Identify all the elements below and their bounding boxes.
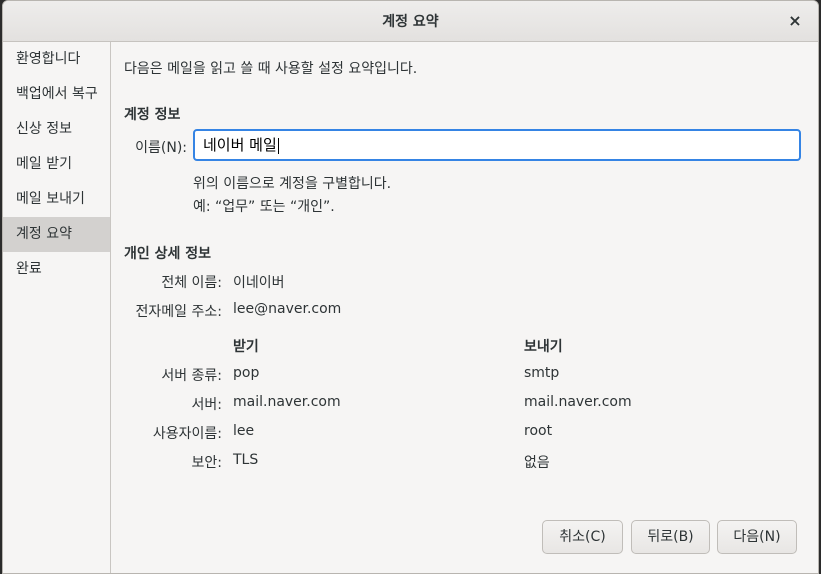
sidebar-item-welcome[interactable]: 환영합니다 [3, 42, 110, 77]
account-name-input[interactable]: 네이버 메일 [193, 129, 801, 161]
receive-column-header: 받기 [233, 339, 259, 355]
name-hint: 위의 이름으로 계정을 구별합니다. [193, 176, 392, 192]
receive-server-type: pop [233, 365, 260, 381]
intro-text: 다음은 메일을 읽고 쓸 때 사용할 설정 요약입니다. [124, 61, 418, 77]
send-security: 없음 [524, 455, 550, 471]
send-column-header: 보내기 [524, 339, 563, 355]
send-username: root [524, 423, 553, 439]
close-icon[interactable]: × [786, 12, 804, 30]
sidebar-item-identity[interactable]: 신상 정보 [3, 112, 110, 147]
server-type-label: 서버 종류: [161, 368, 222, 384]
sidebar-item-receiving[interactable]: 메일 받기 [3, 147, 110, 182]
title-bar: 계정 요약 × [3, 1, 818, 42]
sidebar-item-done[interactable]: 완료 [3, 252, 110, 287]
window-title: 계정 요약 [382, 14, 439, 30]
next-button[interactable]: 다음(N) [717, 520, 797, 554]
personal-details-heading: 개인 상세 정보 [124, 246, 212, 262]
send-server: mail.naver.com [524, 394, 632, 410]
receive-security: TLS [233, 452, 259, 468]
full-name-label: 전체 이름: [161, 275, 222, 291]
email-value: lee@naver.com [233, 301, 342, 317]
cancel-button[interactable]: 취소(C) [542, 520, 623, 554]
username-label: 사용자이름: [152, 426, 222, 442]
name-example: 예: “업무” 또는 “개인”. [193, 199, 335, 215]
sidebar-item-sending[interactable]: 메일 보내기 [3, 182, 110, 217]
main-panel: 다음은 메일을 읽고 쓸 때 사용할 설정 요약입니다. 계정 정보 이름(N)… [111, 42, 818, 573]
account-assistant-window: 계정 요약 × 환영합니다 백업에서 복구 신상 정보 메일 받기 메일 보내기… [2, 0, 819, 574]
sidebar: 환영합니다 백업에서 복구 신상 정보 메일 받기 메일 보내기 계정 요약 완… [3, 42, 111, 573]
account-name-value: 네이버 메일 [203, 136, 277, 154]
back-button[interactable]: 뒤로(B) [631, 520, 710, 554]
security-label: 보안: [191, 455, 222, 471]
receive-server: mail.naver.com [233, 394, 341, 410]
text-caret [277, 137, 279, 154]
send-server-type: smtp [524, 365, 560, 381]
email-label: 전자메일 주소: [135, 304, 222, 320]
sidebar-item-account-summary[interactable]: 계정 요약 [3, 217, 110, 252]
server-label: 서버: [191, 397, 222, 413]
account-info-heading: 계정 정보 [124, 107, 181, 123]
receive-username: lee [233, 423, 255, 439]
full-name-value: 이네이버 [233, 275, 285, 291]
sidebar-item-restore-backup[interactable]: 백업에서 복구 [3, 77, 110, 112]
name-label: 이름(N): [135, 140, 187, 156]
